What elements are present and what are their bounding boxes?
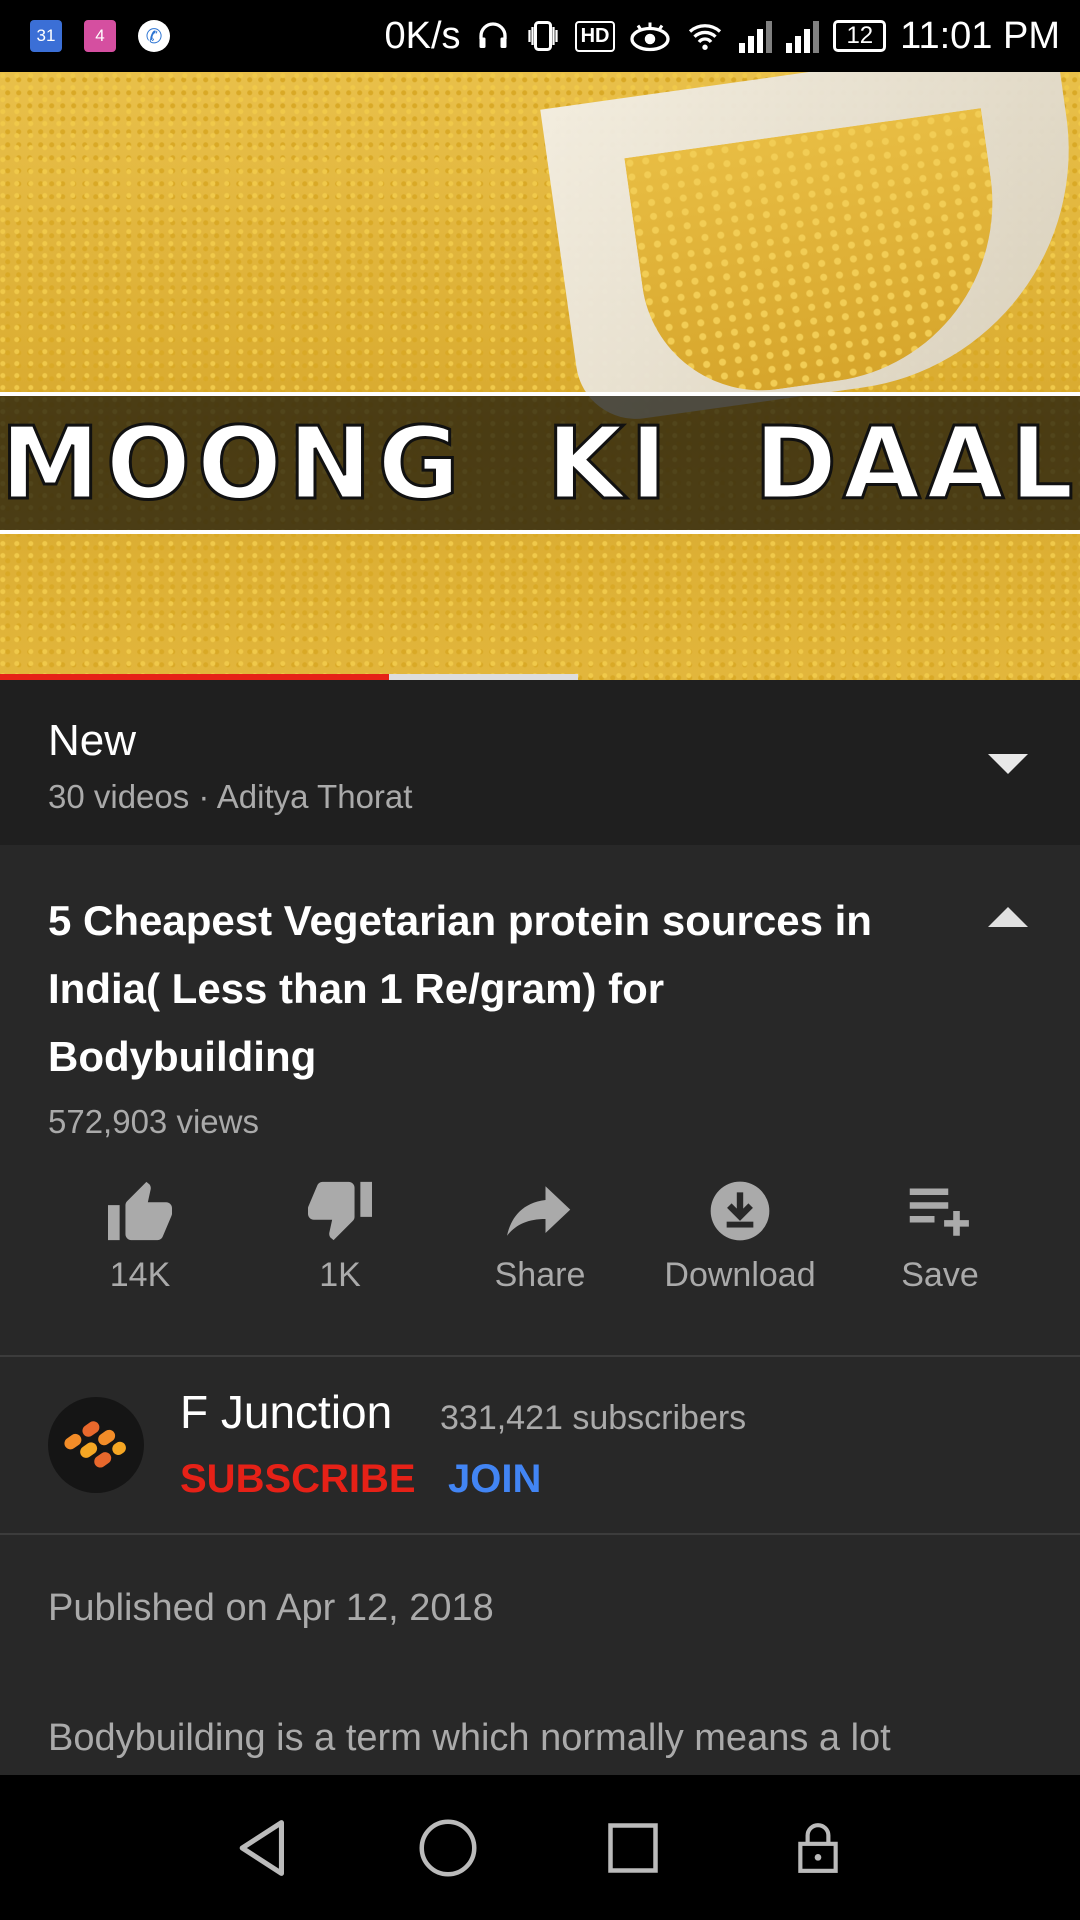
video-title: 5 Cheapest Vegetarian protein sources in… (48, 897, 872, 1080)
status-bar: 31 4 ✆ 0K/s HD 12 11:01 PM (0, 0, 1080, 72)
like-count: 14K (109, 1256, 171, 1294)
channel-row: F Junction 331,421 subscribers SUBSCRIBE… (0, 1357, 1080, 1533)
channel-name[interactable]: F Junction (180, 1385, 392, 1439)
expand-playlist-icon[interactable] (988, 754, 1028, 774)
headphones-icon (478, 22, 507, 48)
subscriber-count: 331,421 subscribers (440, 1399, 747, 1437)
action-bar: 14K 1K Share Download Save (40, 1175, 1040, 1295)
dislike-button[interactable]: 1K (240, 1175, 440, 1295)
video-player[interactable]: MOONG KI DAAL (0, 72, 1080, 680)
hd-icon: HD (574, 20, 616, 52)
eye-comfort-icon (630, 22, 671, 52)
playlist-header[interactable]: New 30 videos · Aditya Thorat (0, 680, 1080, 845)
home-button[interactable] (413, 1813, 483, 1883)
save-label: Save (901, 1256, 979, 1294)
net-speed: 0K/s (384, 14, 461, 57)
recents-button[interactable] (598, 1813, 668, 1883)
clock: 11:01 PM (900, 14, 1060, 57)
battery-icon: 12 (833, 20, 887, 52)
scoop-lentils-image (624, 108, 1016, 406)
share-icon (507, 1185, 571, 1236)
publish-date: Published on Apr 12, 2018 (48, 1587, 494, 1629)
recents-icon (607, 1822, 658, 1873)
download-label: Download (664, 1256, 816, 1294)
battery-level: 12 (846, 22, 874, 49)
back-icon (239, 1819, 284, 1876)
wifi-icon (689, 24, 722, 50)
description-text: Bodybuilding is a term which normally me… (48, 1717, 891, 1759)
thumbs-down-icon (308, 1181, 372, 1240)
signal-icon-2 (786, 19, 820, 53)
calendar-icon: 31 (30, 20, 62, 52)
lock-icon (797, 1822, 838, 1873)
thumbnail-banner: MOONG KI DAAL (0, 392, 1080, 534)
calendar-badge: 4 (95, 26, 105, 45)
calendar-badge-icon: 4 (84, 20, 116, 52)
video-details-panel: 5 Cheapest Vegetarian protein sources in… (0, 845, 1080, 1775)
signal-icon (739, 19, 773, 53)
thumbnail-text: MOONG KI DAAL (0, 403, 1080, 523)
view-count: 572,903 views (48, 1103, 259, 1140)
calendar-day: 31 (36, 26, 56, 45)
lock-button[interactable] (783, 1813, 853, 1883)
phone-icon: ✆ (138, 20, 170, 52)
download-button[interactable]: Download (640, 1175, 840, 1295)
share-button[interactable]: Share (440, 1175, 640, 1295)
save-button[interactable]: Save (840, 1175, 1040, 1295)
join-button[interactable]: JOIN (448, 1457, 541, 1502)
divider-2 (0, 1533, 1080, 1535)
channel-avatar[interactable] (48, 1397, 144, 1493)
playlist-subtitle: 30 videos · Aditya Thorat (48, 778, 413, 815)
collapse-description-icon[interactable] (988, 907, 1028, 927)
download-icon (710, 1181, 770, 1240)
playlist-title: New (48, 716, 137, 765)
channel-logo-icon (64, 1421, 126, 1468)
add-to-playlist-icon (909, 1187, 969, 1236)
subscribe-button[interactable]: SUBSCRIBE (180, 1457, 416, 1502)
vibrate-icon (527, 21, 558, 51)
like-button[interactable]: 14K (40, 1175, 240, 1295)
thumbs-up-icon (108, 1181, 172, 1240)
home-icon (419, 1819, 476, 1876)
dislike-count: 1K (319, 1256, 361, 1294)
system-nav-bar (0, 1775, 1080, 1920)
share-label: Share (494, 1256, 586, 1294)
back-button[interactable] (228, 1813, 298, 1883)
